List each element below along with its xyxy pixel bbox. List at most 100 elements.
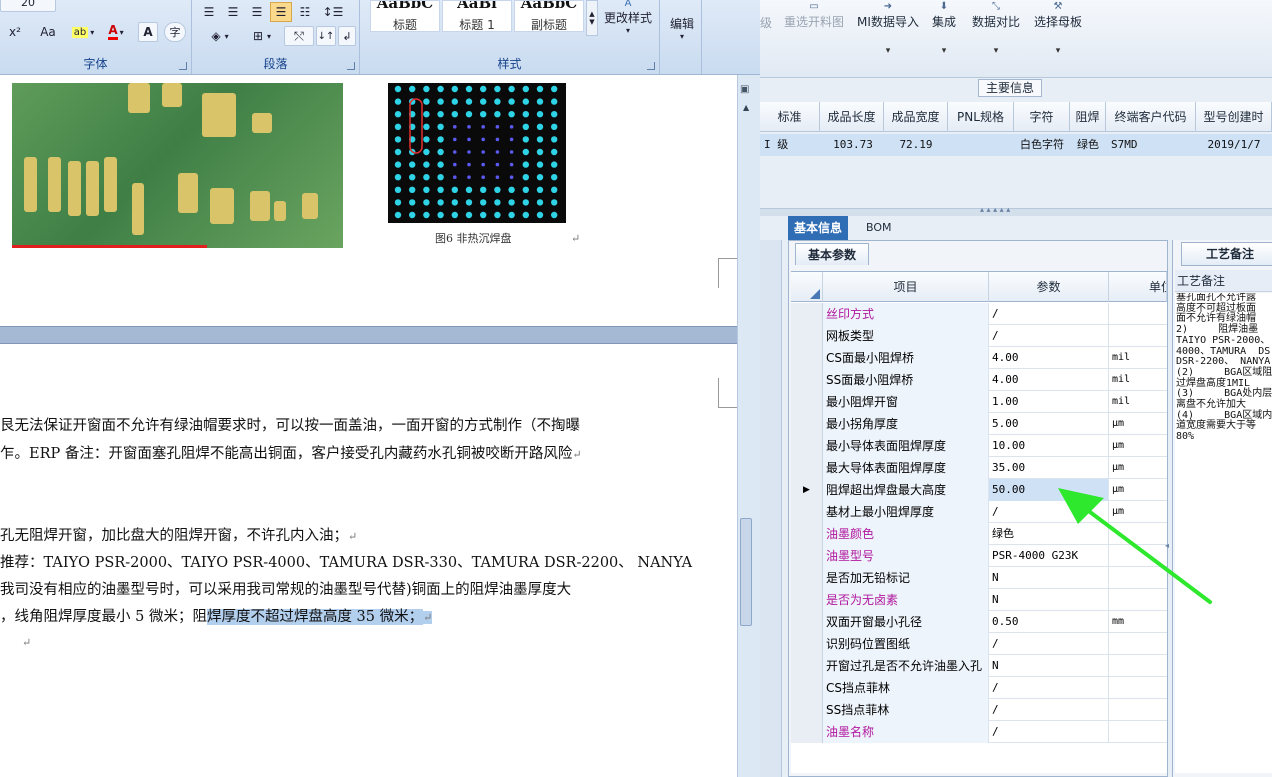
col-header[interactable]: 阻焊 [1070, 102, 1106, 132]
edit-button[interactable]: 编辑 ▾ [664, 10, 700, 46]
table-row[interactable]: 最小阻焊开窗 1.00 mil [791, 391, 1167, 413]
row-selector[interactable] [791, 721, 823, 743]
char-shading-button[interactable]: A [138, 22, 158, 42]
param-value-cell[interactable]: / [989, 633, 1109, 655]
row-selector[interactable] [791, 567, 823, 589]
col-header[interactable]: 成品长度 [820, 102, 884, 132]
ruler-toggle-icon[interactable]: ▣ [740, 84, 749, 95]
row-selector[interactable] [791, 611, 823, 633]
enclose-char-button[interactable]: 字 [164, 22, 186, 42]
table-row[interactable]: SS挡点菲林 / [791, 699, 1167, 721]
table-row[interactable]: 油墨颜色 绿色 [791, 523, 1167, 545]
font-size-box[interactable]: 20 [0, 0, 56, 12]
row-selector[interactable] [791, 325, 823, 347]
param-value-cell[interactable]: N [989, 567, 1109, 589]
param-value-cell[interactable]: / [989, 699, 1109, 721]
panel-splitter[interactable]: ▴ ▴ ▴ ▴ ▴ [760, 205, 1272, 216]
doc-line[interactable]: 孔无阻焊开窗，加比盘大的阻焊开窗，不许孔内入油；↵ [0, 524, 357, 545]
col-header-param[interactable]: 参数 [989, 272, 1109, 302]
param-value-cell[interactable]: / [989, 677, 1109, 699]
col-header[interactable]: PNL规格 [948, 102, 1014, 132]
row-selector[interactable] [791, 589, 823, 611]
param-value-cell[interactable]: 50.00 [989, 479, 1109, 501]
table-row[interactable]: ▶ 阻焊超出焊盘最大高度 50.00 µm [791, 479, 1167, 501]
scroll-up-icon[interactable]: ▲ [743, 103, 749, 112]
col-header-item[interactable]: 项目 [823, 272, 989, 302]
param-value-cell[interactable]: / [989, 501, 1109, 523]
align-right-button[interactable]: ☰ [246, 2, 268, 22]
justify-button[interactable]: ☰ [270, 2, 292, 22]
row-selector[interactable] [791, 545, 823, 567]
row-selector[interactable] [791, 347, 823, 369]
table-row[interactable]: 油墨名称 / [791, 721, 1167, 743]
styles-dialog-launcher-icon[interactable] [647, 62, 655, 70]
superscript-button[interactable]: x² [0, 22, 30, 42]
notes-textarea[interactable]: 塞孔面孔不允许露 高度不可超过板面 面不允许有绿油帽 2) 阻焊油墨 TAIYO… [1175, 293, 1272, 773]
style-heading1[interactable]: AaBl 标题 1 [442, 0, 512, 32]
doc-line[interactable]: 艮无法保证开窗面不允许有绿油帽要求时，可以按一面盖油，一面开窗的方式制作（不掏曝 [0, 414, 580, 435]
asian-layout-button[interactable]: ⤲ [284, 26, 314, 46]
col-header[interactable]: 标准 [760, 102, 820, 132]
main-info-tab[interactable]: 主要信息 [978, 79, 1042, 97]
shading-button[interactable]: ◈ ▾ [198, 26, 242, 46]
row-selector[interactable] [791, 413, 823, 435]
tab-process-notes[interactable]: 工艺备注 [1181, 242, 1272, 266]
row-selector[interactable] [791, 655, 823, 677]
sort-button[interactable]: ↓↑ [316, 26, 336, 46]
paragraph-dialog-launcher-icon[interactable] [347, 62, 355, 70]
align-left-button[interactable]: ☰ [198, 2, 220, 22]
row-selector[interactable] [791, 523, 823, 545]
change-styles-button[interactable]: A 更改样式 ▾ [600, 0, 656, 44]
show-marks-button[interactable]: ↲ [338, 26, 356, 46]
table-row[interactable]: 基材上最小阻焊厚度 / µm [791, 501, 1167, 523]
row-selector[interactable] [791, 699, 823, 721]
param-value-cell[interactable]: 4.00 [989, 369, 1109, 391]
line-spacing-button[interactable]: ↕☰ [318, 2, 348, 22]
row-selector[interactable] [791, 677, 823, 699]
param-value-cell[interactable]: 4.00 [989, 347, 1109, 369]
table-row[interactable]: 开窗过孔是否不允许油墨入孔 N [791, 655, 1167, 677]
param-value-cell[interactable]: PSR-4000 G23K [989, 545, 1109, 567]
integrate-button[interactable]: ⬇ 集成 ▾ [930, 2, 958, 57]
select-master-board-button[interactable]: ⚒ 选择母板 ▾ [1032, 2, 1084, 57]
row-selector[interactable] [791, 457, 823, 479]
font-color-button[interactable]: A ▾ [100, 22, 132, 42]
toolbar-button-level[interactable]: 级 [760, 14, 772, 31]
current-row-indicator-icon[interactable]: ▶ [791, 479, 823, 501]
table-row[interactable]: SS面最小阻焊桥 4.00 mil [791, 369, 1167, 391]
table-row[interactable]: 油墨型号 PSR-4000 G23K [791, 545, 1167, 567]
grow-font-button[interactable] [64, 0, 82, 12]
param-value-cell[interactable]: / [989, 303, 1109, 325]
borders-button[interactable]: ⊞ ▾ [244, 26, 280, 46]
data-compare-button[interactable]: ⤡ 数据对比 ▾ [970, 2, 1022, 57]
table-row[interactable]: 丝印方式 / [791, 303, 1167, 325]
reselect-cutting-button[interactable]: ▭ 重选开料图 [782, 2, 846, 30]
collapse-arrow-icon[interactable]: ◂ [1165, 541, 1169, 550]
table-row[interactable]: 网板类型 / [791, 325, 1167, 347]
table-row[interactable]: 是否为无卤素 N [791, 589, 1167, 611]
param-value-cell[interactable]: N [989, 655, 1109, 677]
param-value-cell[interactable]: / [989, 325, 1109, 347]
table-row[interactable]: CS面最小阻焊桥 4.00 mil [791, 347, 1167, 369]
table-row[interactable]: 识别码位置图纸 / [791, 633, 1167, 655]
param-value-cell[interactable]: 1.00 [989, 391, 1109, 413]
param-value-cell[interactable]: N [989, 589, 1109, 611]
row-selector[interactable] [791, 303, 823, 325]
col-header[interactable]: 成品宽度 [884, 102, 948, 132]
highlight-button[interactable]: ab ▾ [66, 22, 100, 42]
table-row[interactable]: 最大导体表面阻焊厚度 35.00 µm [791, 457, 1167, 479]
col-header[interactable]: 终端客户代码 [1106, 102, 1196, 132]
tab-basic-params[interactable]: 基本参数 [795, 243, 870, 265]
row-selector[interactable] [791, 369, 823, 391]
styles-scroll[interactable]: ▲ ▼ [586, 0, 598, 36]
param-value-cell[interactable]: 0.50 [989, 611, 1109, 633]
param-value-cell[interactable]: 绿色 [989, 523, 1109, 545]
empty-paragraph[interactable]: ↵ [22, 634, 31, 650]
row-selector-header[interactable] [791, 272, 823, 302]
change-case-button[interactable]: Aa [34, 22, 62, 42]
font-dialog-launcher-icon[interactable] [179, 62, 187, 70]
col-header[interactable]: 字符 [1014, 102, 1070, 132]
col-header[interactable]: 型号创建时 [1196, 102, 1272, 132]
scroll-thumb[interactable] [740, 518, 752, 626]
table-row[interactable]: CS挡点菲林 / [791, 677, 1167, 699]
